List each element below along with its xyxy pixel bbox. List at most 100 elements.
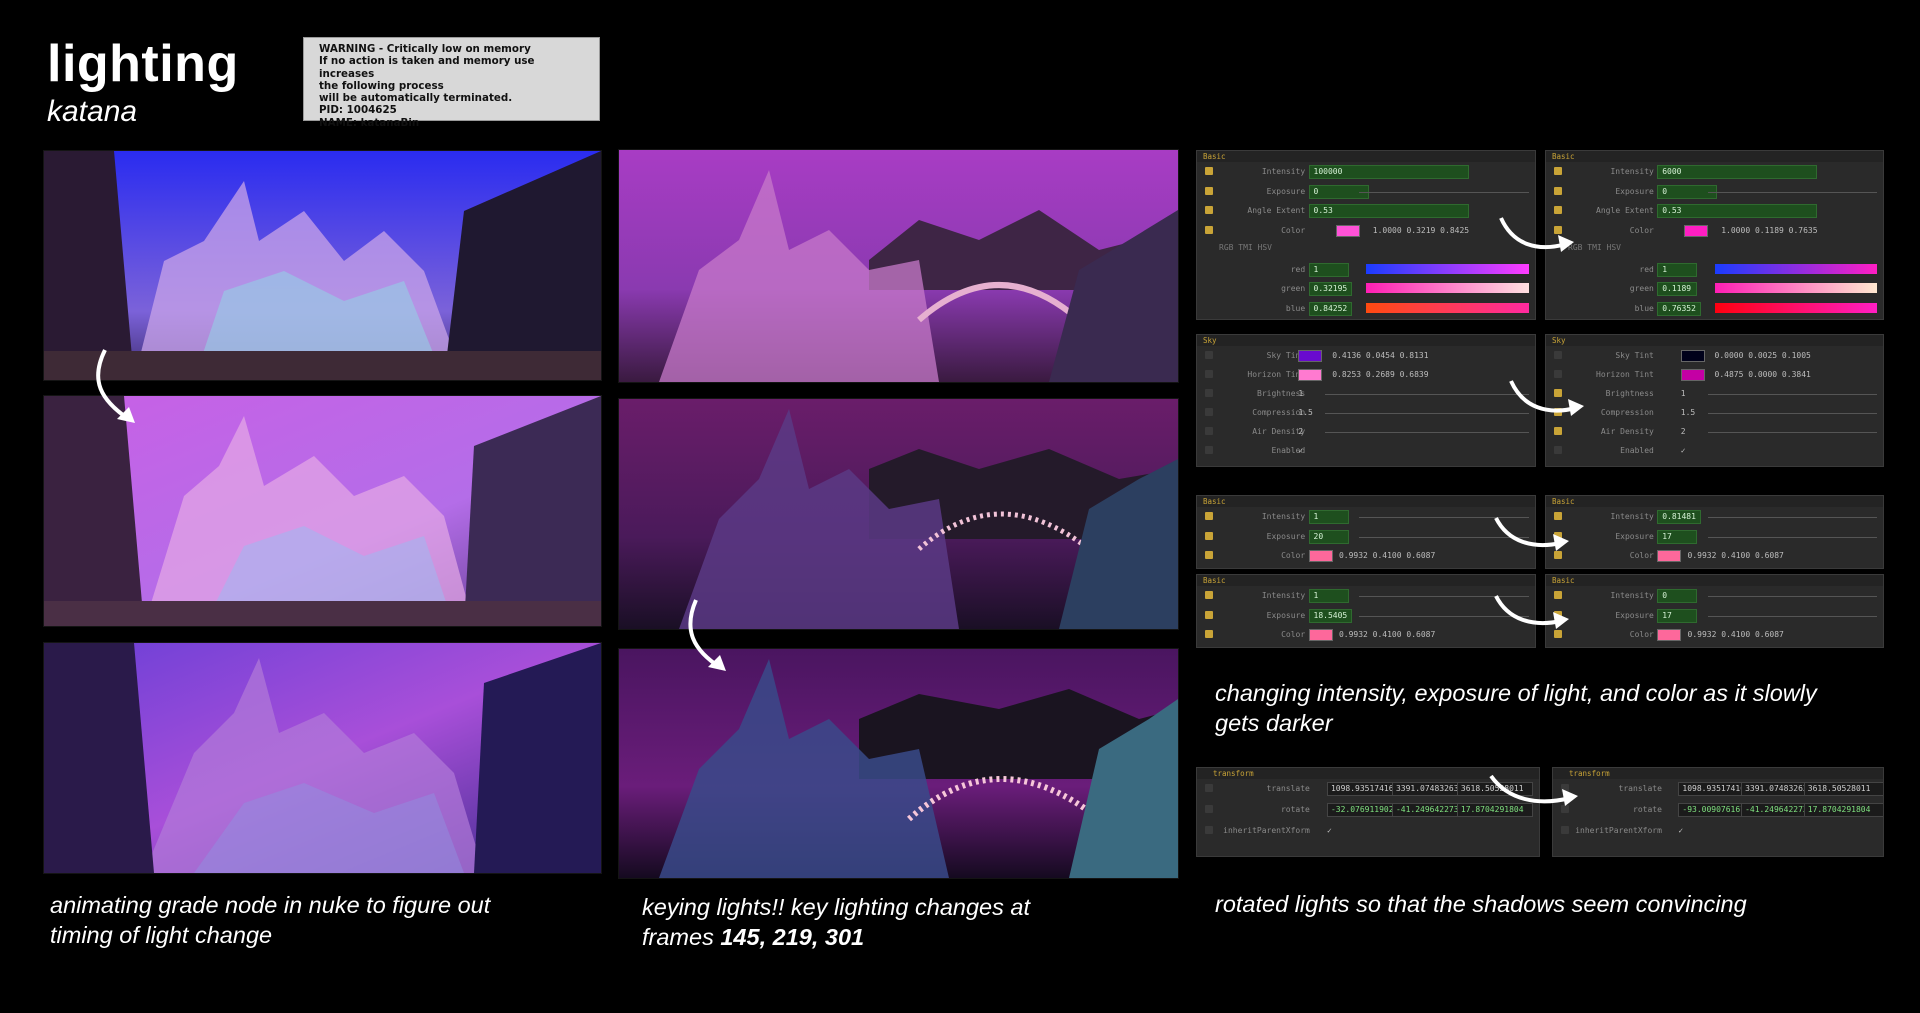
- translate-z-field[interactable]: 3618.50528011: [1803, 782, 1883, 796]
- color-swatch[interactable]: [1335, 224, 1360, 237]
- exposure-slider[interactable]: [1707, 615, 1877, 617]
- param-toggle[interactable]: [1205, 408, 1213, 416]
- param-toggle[interactable]: [1554, 186, 1562, 195]
- intensity-field[interactable]: 0: [1657, 589, 1698, 603]
- angle-extent-field[interactable]: 0.53: [1657, 204, 1818, 218]
- blue-channel-bar[interactable]: [1714, 302, 1877, 313]
- color-swatch[interactable]: [1308, 629, 1333, 641]
- exposure-field[interactable]: 17: [1657, 608, 1698, 623]
- enabled-checkbox[interactable]: ✓: [1681, 446, 1686, 455]
- air-density-slider[interactable]: [1707, 432, 1877, 433]
- brightness-slider[interactable]: [1707, 394, 1877, 395]
- exposure-field[interactable]: 17: [1657, 529, 1698, 544]
- blue-field[interactable]: 0.84252: [1308, 301, 1353, 316]
- param-toggle[interactable]: [1561, 826, 1569, 834]
- param-toggle[interactable]: [1205, 551, 1213, 559]
- color-mode-tabs[interactable]: RGB TMI HSV: [1219, 243, 1272, 252]
- param-label: inheritParentXform: [1575, 826, 1662, 835]
- param-toggle[interactable]: [1205, 370, 1213, 378]
- param-label: Air Density: [1600, 427, 1654, 436]
- air-density-value[interactable]: 2: [1298, 427, 1303, 436]
- rotate-x-field[interactable]: -32.0769119021: [1326, 803, 1397, 817]
- compression-slider[interactable]: [1707, 413, 1877, 414]
- blue-channel-bar[interactable]: [1366, 302, 1529, 313]
- air-density-value[interactable]: 2: [1681, 427, 1686, 436]
- translate-x-field[interactable]: 1098.935174169: [1326, 782, 1397, 796]
- green-field[interactable]: 0.1189: [1657, 282, 1698, 296]
- rotate-x-field[interactable]: -93.0090761677: [1678, 803, 1746, 817]
- param-toggle[interactable]: [1554, 446, 1562, 454]
- green-channel-bar[interactable]: [1366, 283, 1529, 293]
- inherit-xform-checkbox[interactable]: ✓: [1327, 826, 1332, 835]
- color-swatch[interactable]: [1657, 550, 1682, 562]
- param-toggle[interactable]: [1205, 446, 1213, 454]
- brightness-value[interactable]: 1: [1681, 389, 1686, 398]
- rotate-y-field[interactable]: -41.2496422731: [1741, 803, 1809, 817]
- horizon-tint-swatch[interactable]: [1680, 369, 1705, 381]
- param-toggle[interactable]: [1205, 826, 1213, 834]
- param-toggle[interactable]: [1205, 225, 1213, 234]
- param-toggle[interactable]: [1205, 351, 1213, 359]
- inherit-xform-checkbox[interactable]: ✓: [1678, 826, 1683, 835]
- translate-y-field[interactable]: 3391.074832635: [1741, 782, 1809, 796]
- param-toggle[interactable]: [1205, 512, 1213, 520]
- param-toggle[interactable]: [1205, 186, 1213, 195]
- rotate-z-field[interactable]: 17.8704291804: [1803, 803, 1883, 817]
- color-swatch[interactable]: [1684, 224, 1709, 237]
- color-swatch[interactable]: [1657, 629, 1682, 641]
- translate-y-field[interactable]: 3391.074832635: [1391, 782, 1462, 796]
- panel-header: Basic: [1546, 151, 1883, 162]
- param-toggle[interactable]: [1205, 630, 1213, 638]
- keyframe-render-301: [618, 648, 1179, 879]
- param-toggle[interactable]: [1205, 805, 1213, 813]
- param-toggle[interactable]: [1205, 531, 1213, 540]
- compression-value[interactable]: 1.5: [1681, 408, 1695, 417]
- translate-x-field[interactable]: 1098.935174169: [1678, 782, 1746, 796]
- exposure-field[interactable]: 20: [1308, 529, 1349, 544]
- intensity-field[interactable]: 0.81481: [1657, 510, 1701, 524]
- param-label: Enabled: [1620, 446, 1654, 455]
- param-label: blue: [1634, 303, 1654, 313]
- blue-field[interactable]: 0.76352: [1657, 301, 1701, 316]
- green-field[interactable]: 0.32195: [1308, 282, 1353, 296]
- intensity-field[interactable]: 6000: [1657, 165, 1818, 179]
- red-channel-bar[interactable]: [1366, 263, 1529, 274]
- exposure-slider[interactable]: [1359, 191, 1529, 193]
- param-toggle[interactable]: [1554, 427, 1562, 435]
- param-toggle[interactable]: [1205, 591, 1213, 599]
- param-toggle[interactable]: [1205, 784, 1213, 792]
- horizon-tint-swatch[interactable]: [1298, 369, 1323, 381]
- rotate-y-field[interactable]: -41.2496422731: [1391, 803, 1462, 817]
- angle-extent-field[interactable]: 0.53: [1308, 204, 1469, 218]
- red-field[interactable]: 1: [1657, 262, 1698, 277]
- intensity-slider[interactable]: [1707, 517, 1877, 518]
- intensity-field[interactable]: 100000: [1308, 165, 1469, 179]
- param-toggle[interactable]: [1554, 167, 1562, 175]
- param-toggle[interactable]: [1205, 610, 1213, 619]
- param-toggle[interactable]: [1205, 206, 1213, 214]
- brightness-slider[interactable]: [1325, 394, 1529, 395]
- sky-tint-swatch[interactable]: [1298, 350, 1323, 362]
- sky-tint-swatch[interactable]: [1680, 350, 1705, 362]
- red-field[interactable]: 1: [1308, 262, 1349, 277]
- red-channel-bar[interactable]: [1714, 263, 1877, 274]
- param-toggle[interactable]: [1205, 389, 1213, 397]
- compression-value[interactable]: 1.5: [1298, 408, 1312, 417]
- param-toggle[interactable]: [1554, 351, 1562, 359]
- param-toggle[interactable]: [1205, 427, 1213, 435]
- enabled-checkbox[interactable]: ✓: [1298, 446, 1303, 455]
- exposure-slider[interactable]: [1707, 191, 1877, 193]
- curved-arrow-icon: [1489, 774, 1578, 806]
- exposure-field[interactable]: 18.5405: [1308, 608, 1353, 623]
- compression-slider[interactable]: [1325, 413, 1529, 414]
- green-channel-bar[interactable]: [1714, 283, 1877, 293]
- intensity-field[interactable]: 1: [1308, 589, 1349, 603]
- color-swatch[interactable]: [1308, 550, 1333, 562]
- exposure-slider[interactable]: [1707, 536, 1877, 538]
- intensity-slider[interactable]: [1707, 596, 1877, 597]
- param-label: rotate: [1633, 805, 1662, 814]
- brightness-value[interactable]: 1: [1298, 389, 1303, 398]
- param-toggle[interactable]: [1205, 167, 1213, 175]
- air-density-slider[interactable]: [1325, 432, 1529, 433]
- intensity-field[interactable]: 1: [1308, 510, 1349, 524]
